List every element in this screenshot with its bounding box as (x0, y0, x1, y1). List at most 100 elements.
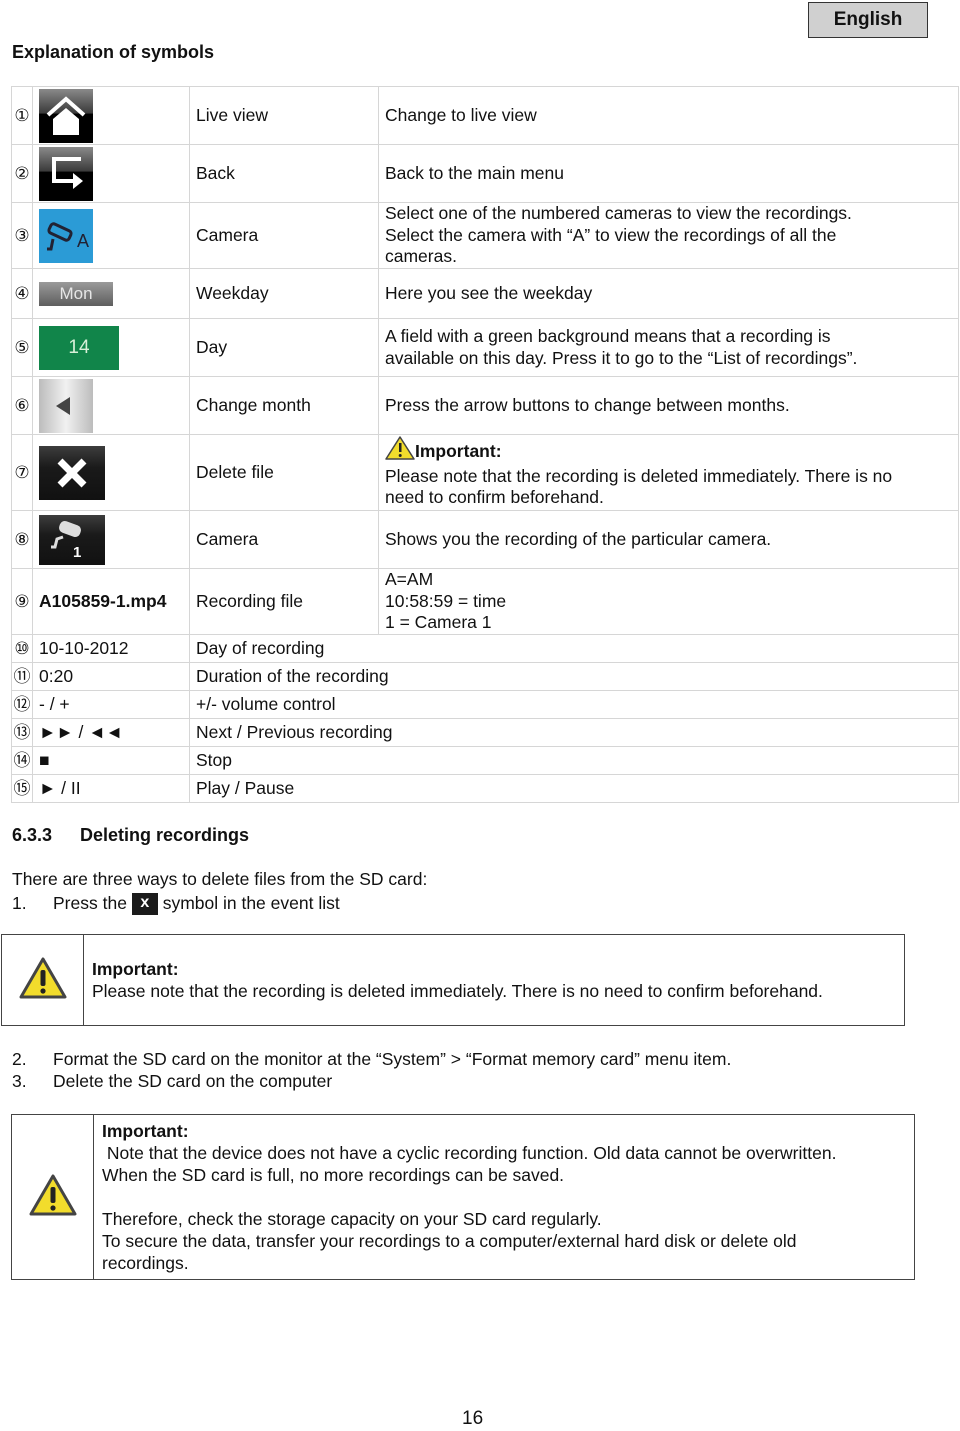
delete-x-icon: x (131, 893, 158, 915)
symbol-description: Here you see the weekday (378, 268, 959, 319)
symbol-name: Stop (189, 746, 959, 775)
important-note: Important: Please note that the recordin… (1, 934, 905, 1026)
row-number: ⑧ (11, 510, 33, 569)
step-text: Press the (53, 893, 127, 913)
svg-text:1: 1 (73, 544, 81, 561)
table-row: ⑨ A105859-1.mp4 Recording file A=AM 10:5… (11, 568, 959, 635)
row-number: ⑭ (11, 746, 33, 775)
description-line: A field with a green background means th… (385, 326, 831, 346)
section-heading: 6.3.3 Deleting recordings (12, 825, 249, 846)
symbols-table: ① Live view Change to live view ② Back B… (11, 86, 959, 803)
symbol-description: Shows you the recording of the particula… (378, 510, 959, 569)
table-row: ⑬ ►► / ◄◄ Next / Previous recording (11, 718, 959, 747)
symbol-name: Change month (189, 376, 379, 435)
symbol-description: Change to live view (378, 86, 959, 145)
note-spacer (102, 1186, 836, 1208)
warning-icon (19, 956, 67, 1005)
symbol-value: A105859-1.mp4 (32, 568, 190, 635)
note-line: recordings. (102, 1253, 189, 1273)
symbol-description: Press the arrow buttons to change betwee… (378, 376, 959, 435)
note-line: When the SD card is full, no more record… (102, 1165, 565, 1185)
symbol-name: Weekday (189, 268, 379, 319)
table-row: ⑥ Change month Press the arrow buttons t… (11, 376, 959, 435)
symbol-description: Important: Please note that the recordin… (378, 434, 959, 511)
symbol-name: Day of recording (189, 634, 959, 663)
step-1: 1. Press the x symbol in the event list (12, 893, 340, 915)
table-row: ② Back Back to the main menu (11, 144, 959, 203)
step-3: 3. Delete the SD card on the computer (12, 1071, 332, 1092)
symbol-value: ■ (32, 746, 190, 775)
symbol-name: Duration of the recording (189, 662, 959, 691)
table-row: ③ A Camera Select one of the numbered ca… (11, 202, 959, 269)
important-label: Important: (385, 436, 952, 466)
symbol-name: Play / Pause (189, 774, 959, 803)
symbol-description: Select one of the numbered cameras to vi… (378, 202, 959, 269)
description-line: 10:58:59 = time (385, 590, 507, 611)
symbol-description: Back to the main menu (378, 144, 959, 203)
symbol-name: Camera (189, 510, 379, 569)
row-number: ⑦ (11, 434, 33, 511)
table-row: ⑦ Delete file Important: Please note tha… (11, 434, 959, 511)
row-number: ⑩ (11, 634, 33, 663)
description-line: Please note that the recording is delete… (385, 465, 893, 486)
camera-1-icon: 1 (39, 514, 105, 565)
table-row: ⑧ 1 Camera Shows you the recording of th… (11, 510, 959, 569)
symbol-value: ► / II (32, 774, 190, 803)
row-number: ⑮ (11, 774, 33, 803)
row-number: ⑥ (11, 376, 33, 435)
home-icon (39, 88, 93, 143)
row-number: ④ (11, 268, 33, 319)
row-number: ⑬ (11, 718, 33, 747)
section-number: 6.3.3 (12, 825, 53, 845)
svg-text:A: A (77, 231, 89, 251)
table-row: ⑮ ► / II Play / Pause (11, 774, 959, 803)
symbol-name: Camera (189, 202, 379, 269)
note-line: To secure the data, transfer your record… (102, 1231, 797, 1251)
symbol-description: A=AM 10:58:59 = time 1 = Camera 1 (378, 568, 959, 635)
note-line: Therefore, check the storage capacity on… (102, 1209, 602, 1229)
row-number: ⑪ (11, 662, 33, 691)
note-title: Important: (92, 959, 179, 979)
warning-icon (29, 1173, 77, 1222)
warning-icon (385, 436, 415, 466)
step-text: Format the SD card on the monitor at the… (53, 1049, 732, 1069)
symbol-value: 0:20 (32, 662, 190, 691)
symbol-name: Recording file (189, 568, 379, 635)
description-line: Select one of the numbered cameras to vi… (385, 203, 852, 224)
table-row: ① Live view Change to live view (11, 86, 959, 145)
symbol-name: Delete file (189, 434, 379, 511)
symbol-value: 10-10-2012 (32, 634, 190, 663)
step-number: 3. (12, 1071, 27, 1091)
page-title: Explanation of symbols (12, 42, 215, 62)
description-line: cameras. (385, 246, 457, 267)
description-line: need to confirm beforehand. (385, 487, 604, 508)
symbol-name: Live view (189, 86, 379, 145)
camera-all-icon: A (39, 208, 93, 263)
symbol-name: +/- volume control (189, 690, 959, 719)
section-title: Deleting recordings (80, 825, 250, 845)
note-line: Please note that the recording is delete… (92, 981, 823, 1001)
symbol-name: Next / Previous recording (189, 718, 959, 747)
note-line: Note that the device does not have a cyc… (102, 1143, 837, 1163)
page-number: 16 (462, 1408, 484, 1429)
description-line: 1 = Camera 1 (385, 612, 492, 633)
row-number: ⑫ (11, 690, 33, 719)
table-row: ⑪ 0:20 Duration of the recording (11, 662, 959, 691)
row-number: ⑨ (11, 568, 33, 635)
row-number: ② (11, 144, 33, 203)
left-arrow-icon (39, 378, 93, 433)
symbol-name: Back (189, 144, 379, 203)
table-row: ⑭ ■ Stop (11, 746, 959, 775)
description-line: A=AM (385, 569, 434, 590)
row-number: ③ (11, 202, 33, 269)
symbol-name: Day (189, 318, 379, 377)
description-line: available on this day. Press it to go to… (385, 347, 858, 368)
row-number: ⑤ (11, 318, 33, 377)
language-badge: English (808, 2, 928, 38)
back-arrow-icon (39, 146, 93, 201)
row-number: ① (11, 86, 33, 145)
step-2: 2. Format the SD card on the monitor at t… (12, 1049, 731, 1070)
table-row: ⑫ - / + +/- volume control (11, 690, 959, 719)
close-icon (39, 445, 105, 500)
symbol-value: ►► / ◄◄ (32, 718, 190, 747)
